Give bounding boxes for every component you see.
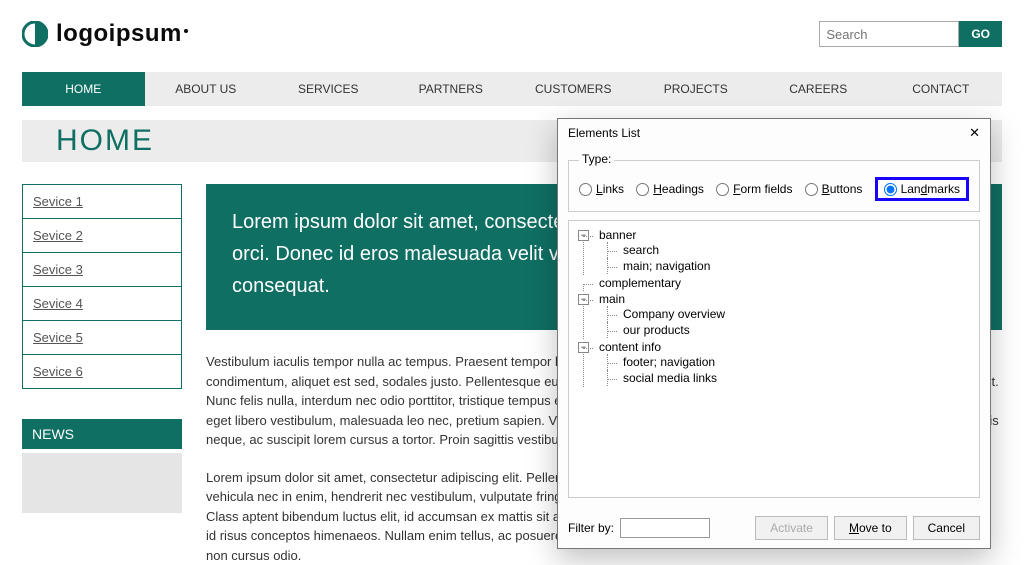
tree-node[interactable]: −bannersearchmain; navigation (589, 227, 973, 275)
landmarks-tree[interactable]: −bannersearchmain; navigationcomplementa… (568, 220, 980, 498)
radio-headings[interactable]: Headings (636, 182, 704, 196)
elements-list-dialog: Elements List ✕ Type: Links Headings For… (557, 118, 991, 549)
sidebar-item[interactable]: Sevice 3 (23, 253, 181, 287)
radio-form-fields[interactable]: Form fields (716, 182, 792, 196)
tree-node[interactable]: Company overview (613, 306, 973, 322)
tree-label: banner (599, 228, 636, 242)
tree-expander-icon[interactable]: − (578, 342, 589, 353)
nav-item-home[interactable]: HOME (22, 72, 145, 106)
filter-input[interactable] (620, 518, 710, 538)
radio-landmarks[interactable]: Landmarks (875, 177, 969, 201)
tree-label: Company overview (623, 307, 725, 321)
page-title: HOME (56, 124, 154, 158)
tree-node[interactable]: footer; navigation (613, 354, 973, 370)
nav-item-contact[interactable]: CONTACT (880, 72, 1003, 106)
search-go-button[interactable]: GO (959, 21, 1002, 47)
close-icon[interactable]: ✕ (969, 125, 980, 141)
tree-node[interactable]: our products (613, 322, 973, 338)
news-placeholder (22, 453, 182, 513)
radio-buttons[interactable]: Buttons (805, 182, 863, 196)
cancel-button[interactable]: Cancel (913, 516, 980, 540)
nav-item-careers[interactable]: CAREERS (757, 72, 880, 106)
tree-node[interactable]: main; navigation (613, 258, 973, 274)
nav-item-projects[interactable]: PROJECTS (635, 72, 758, 106)
tree-expander-icon[interactable]: − (578, 294, 589, 305)
sidebar-item[interactable]: Sevice 4 (23, 287, 181, 321)
nav-item-about-us[interactable]: ABOUT US (145, 72, 268, 106)
activate-button: Activate (755, 516, 828, 540)
tree-label: footer; navigation (623, 355, 715, 369)
tree-label: our products (623, 323, 690, 337)
logo: logoipsum (22, 20, 188, 48)
tree-label: search (623, 243, 659, 257)
type-legend: Type: (579, 152, 614, 166)
tree-node[interactable]: complementary (589, 275, 973, 291)
tree-label: content info (599, 340, 661, 354)
sidebar-item[interactable]: Sevice 6 (23, 355, 181, 389)
nav-item-services[interactable]: SERVICES (267, 72, 390, 106)
nav-item-customers[interactable]: CUSTOMERS (512, 72, 635, 106)
sidebar-item[interactable]: Sevice 5 (23, 321, 181, 355)
nav-item-partners[interactable]: PARTNERS (390, 72, 513, 106)
filter-label: Filter by: (568, 521, 614, 535)
tree-node[interactable]: −mainCompany overviewour products (589, 291, 973, 339)
tree-node[interactable]: search (613, 242, 973, 258)
move-to-button[interactable]: Move to (834, 516, 907, 540)
tree-node[interactable]: −content infofooter; navigationsocial me… (589, 339, 973, 387)
sidebar-item[interactable]: Sevice 2 (23, 219, 181, 253)
tree-label: main; navigation (623, 259, 710, 273)
type-fieldset: Type: Links Headings Form fields Buttons… (568, 153, 980, 212)
tree-label: social media links (623, 371, 717, 385)
dialog-title: Elements List (568, 126, 640, 140)
sidebar-item[interactable]: Sevice 1 (23, 185, 181, 219)
tree-expander-icon[interactable]: − (578, 230, 589, 241)
tree-label: main (599, 292, 625, 306)
services-sidebar: Sevice 1Sevice 2Sevice 3Sevice 4Sevice 5… (22, 184, 182, 389)
tree-label: complementary (599, 276, 681, 290)
logo-text: logoipsum (56, 20, 182, 47)
main-nav: HOMEABOUT USSERVICESPARTNERSCUSTOMERSPRO… (22, 72, 1002, 106)
news-header: NEWS (22, 419, 182, 449)
radio-links[interactable]: Links (579, 182, 624, 196)
logo-icon (22, 21, 48, 47)
search-input[interactable] (819, 21, 959, 47)
tree-node[interactable]: social media links (613, 370, 973, 386)
